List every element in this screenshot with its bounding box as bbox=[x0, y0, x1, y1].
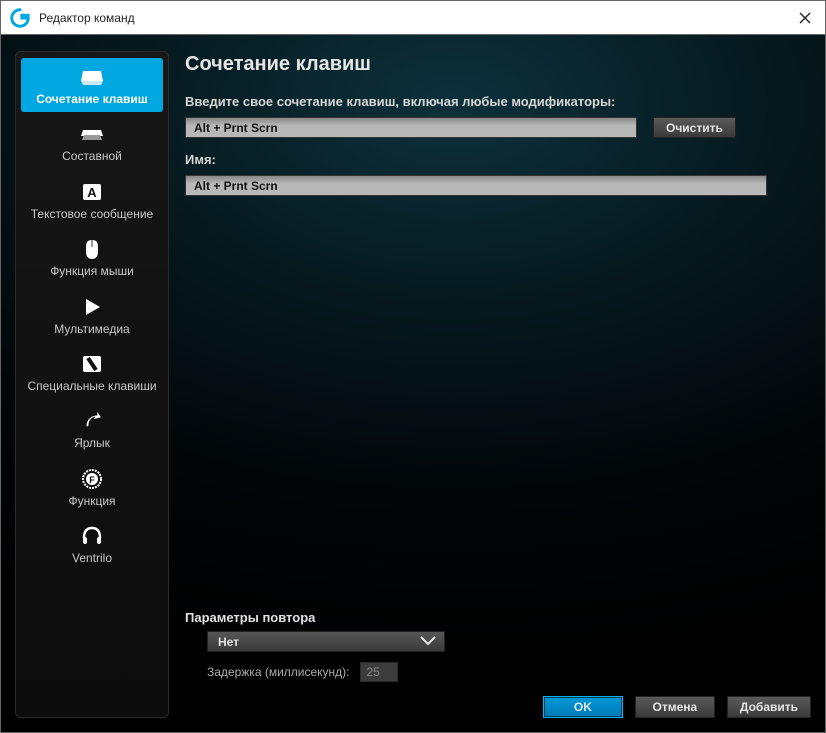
page-heading: Сочетание клавиш bbox=[185, 53, 811, 76]
name-input[interactable] bbox=[185, 175, 767, 196]
repeat-section: Параметры повтора Нет Задержка (миллисек… bbox=[185, 610, 811, 682]
sidebar-item-label: Специальные клавиши bbox=[27, 379, 156, 393]
sidebar-item-label: Функция мыши bbox=[50, 264, 134, 278]
delay-label: Задержка (миллисекунд): bbox=[207, 665, 350, 679]
window-title: Редактор команд bbox=[39, 11, 785, 25]
ok-button[interactable]: OK bbox=[543, 696, 623, 718]
window: Редактор команд Сочетание клавиш Составн… bbox=[0, 0, 826, 733]
titlebar: Редактор команд bbox=[1, 1, 825, 35]
keystroke-row: Очистить bbox=[185, 117, 811, 138]
sidebar-item-multi[interactable]: Составной bbox=[21, 115, 163, 169]
close-button[interactable] bbox=[785, 1, 825, 35]
gear-f-icon: F bbox=[79, 468, 105, 490]
special-key-icon bbox=[79, 353, 105, 375]
svg-text:F: F bbox=[89, 475, 95, 485]
name-row bbox=[185, 175, 811, 196]
cancel-button[interactable]: Отмена bbox=[635, 696, 715, 718]
play-icon bbox=[79, 296, 105, 318]
name-label: Имя: bbox=[185, 152, 811, 167]
mouse-icon bbox=[79, 238, 105, 260]
main-panel: Сочетание клавиш Введите свое сочетание … bbox=[185, 51, 811, 718]
sidebar-item-hotkeys[interactable]: Специальные клавиши bbox=[21, 345, 163, 399]
logitech-g-logo-icon bbox=[9, 7, 31, 29]
sidebar-item-label: Функция bbox=[68, 494, 115, 508]
keystroke-prompt: Введите свое сочетание клавиш, включая л… bbox=[185, 94, 811, 109]
sidebar-item-label: Мультимедиа bbox=[54, 322, 129, 336]
sidebar-item-label: Ярлык bbox=[74, 436, 110, 450]
sidebar-item-textblock[interactable]: A Текстовое сообщение bbox=[21, 173, 163, 227]
repeat-title: Параметры повтора bbox=[185, 610, 811, 625]
footer-buttons: OK Отмена Добавить bbox=[185, 696, 811, 718]
add-button[interactable]: Добавить bbox=[727, 696, 811, 718]
close-icon bbox=[799, 12, 811, 24]
delay-row: Задержка (миллисекунд): bbox=[207, 662, 811, 682]
sidebar-item-mouse[interactable]: Функция мыши bbox=[21, 230, 163, 284]
sidebar-item-media[interactable]: Мультимедиа bbox=[21, 288, 163, 342]
svg-text:A: A bbox=[87, 185, 97, 200]
sidebar-item-ventrilo[interactable]: Ventrilo bbox=[21, 517, 163, 571]
sidebar-item-label: Текстовое сообщение bbox=[31, 207, 153, 221]
body-area: Сочетание клавиш Составной A Текстовое с… bbox=[1, 35, 825, 732]
layers-icon bbox=[79, 123, 105, 145]
sidebar-item-keystroke[interactable]: Сочетание клавиш bbox=[21, 58, 163, 112]
headset-icon bbox=[79, 525, 105, 547]
repeat-dropdown[interactable]: Нет bbox=[207, 631, 445, 652]
sidebar-item-function[interactable]: F Функция bbox=[21, 460, 163, 514]
clear-button[interactable]: Очистить bbox=[653, 117, 736, 138]
sidebar-item-label: Сочетание клавиш bbox=[36, 92, 148, 106]
repeat-dropdown-value: Нет bbox=[218, 635, 239, 649]
sidebar: Сочетание клавиш Составной A Текстовое с… bbox=[15, 51, 169, 718]
text-a-icon: A bbox=[79, 181, 105, 203]
keystroke-input[interactable] bbox=[185, 117, 637, 138]
sidebar-item-label: Составной bbox=[62, 149, 122, 163]
keycap-icon bbox=[79, 66, 105, 88]
chevron-down-icon bbox=[420, 635, 436, 649]
sidebar-item-label: Ventrilo bbox=[72, 551, 112, 565]
delay-input[interactable] bbox=[360, 662, 398, 682]
spacer bbox=[185, 206, 811, 610]
shortcut-arrow-icon bbox=[79, 410, 105, 432]
sidebar-item-shortcut[interactable]: Ярлык bbox=[21, 402, 163, 456]
